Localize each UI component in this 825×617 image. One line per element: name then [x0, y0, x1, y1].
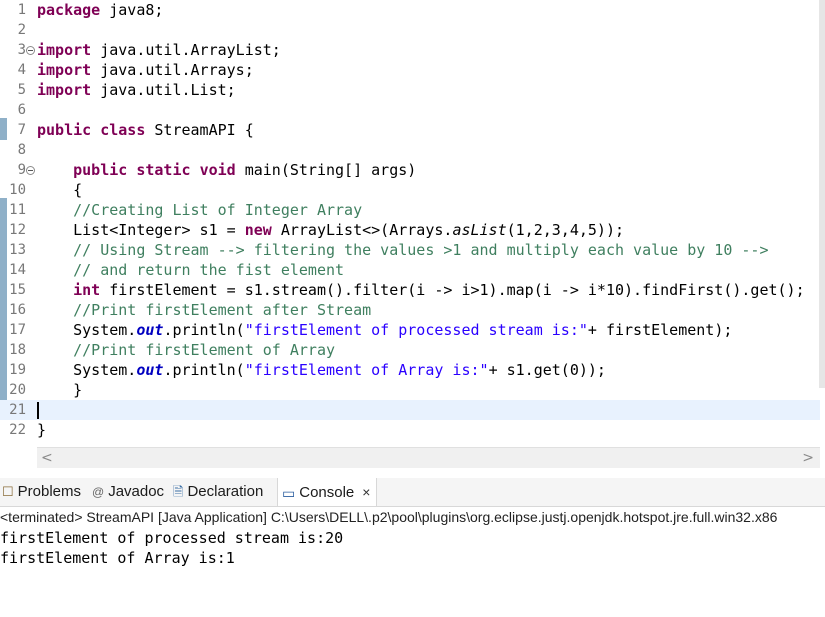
code-text: public static void main(String[] args): [73, 161, 417, 179]
code-text: // Using Stream --> filtering the values…: [73, 241, 769, 259]
code-line[interactable]: 13 // Using Stream --> filtering the val…: [0, 240, 820, 260]
code-text: // and return the fist element: [73, 261, 345, 279]
code-line[interactable]: 10 {: [0, 180, 820, 200]
line-number: 20: [9, 382, 26, 398]
code-text: }: [37, 381, 83, 399]
code-text: import java.util.ArrayList;: [37, 41, 281, 59]
line-number: 22: [9, 422, 26, 438]
code-line[interactable]: 20 }: [0, 380, 820, 400]
line-number: 7: [17, 122, 26, 138]
code-line[interactable]: 14 // and return the fist element: [0, 260, 820, 280]
code-text: {: [37, 181, 83, 199]
code-line[interactable]: 17 System.out.println("firstElement of p…: [0, 320, 820, 340]
console-output-line: firstElement of Array is:1: [0, 549, 235, 567]
code-text: //Print firstElement after Stream: [73, 301, 372, 319]
line-number: 16: [9, 302, 26, 318]
horizontal-scrollbar[interactable]: < >: [37, 447, 820, 468]
code-text: //Print firstElement of Array: [73, 341, 336, 359]
tab-console[interactable]: ▭ Console ×: [277, 478, 378, 506]
bottom-panel-tabs: ☐ Problems @ Javadoc 🗎 Declaration ▭ Console…: [0, 478, 825, 507]
code-text: [37, 400, 39, 420]
console-status-header: <terminated> StreamAPI [Java Application…: [0, 509, 778, 525]
at-icon: @: [92, 485, 105, 500]
line-number: 13: [9, 242, 26, 258]
tab-javadoc[interactable]: @ Javadoc: [92, 478, 164, 506]
code-text: }: [37, 421, 47, 439]
code-line[interactable]: 3 import java.util.ArrayList;: [0, 40, 820, 60]
close-icon[interactable]: ×: [362, 484, 370, 500]
line-number: 9: [17, 162, 26, 178]
line-number: 5: [17, 82, 26, 98]
console-output-line: firstElement of processed stream is:20: [0, 529, 344, 547]
console-icon: ▭: [282, 485, 296, 502]
code-line[interactable]: 15 int firstElement = s1.stream().filter…: [0, 280, 820, 300]
scroll-left-arrow-icon[interactable]: <: [41, 448, 53, 468]
code-text: System.out.println("firstElement of proc…: [37, 321, 733, 339]
line-number: 17: [9, 322, 26, 338]
line-number: 19: [9, 362, 26, 378]
code-text: import java.util.Arrays;: [37, 61, 254, 79]
fold-toggle-icon[interactable]: [26, 166, 35, 175]
code-line[interactable]: 12 List<Integer> s1 = new ArrayList<>(Ar…: [0, 220, 820, 240]
code-text: import java.util.List;: [37, 81, 236, 99]
code-line[interactable]: 8: [0, 140, 820, 160]
code-text: public class StreamAPI {: [37, 121, 254, 139]
problems-icon: ☐: [2, 484, 14, 500]
code-line[interactable]: 4 import java.util.Arrays;: [0, 60, 820, 80]
code-line[interactable]: 18 //Print firstElement of Array: [0, 340, 820, 360]
line-number: 10: [9, 182, 26, 198]
line-number: 14: [9, 262, 26, 278]
code-editor[interactable]: 1 package java8; 2 3 import java.util.ArrayL…: [0, 0, 825, 445]
line-number: 2: [17, 22, 26, 38]
declaration-icon: 🗎: [173, 484, 184, 500]
tab-problems[interactable]: ☐ Problems: [2, 478, 81, 506]
code-line[interactable]: 7 public class StreamAPI {: [0, 120, 820, 140]
scroll-right-arrow-icon[interactable]: >: [802, 448, 814, 468]
line-number: 18: [9, 342, 26, 358]
code-line[interactable]: 2: [0, 20, 820, 40]
line-number: 4: [17, 62, 26, 78]
tab-console-label: Console: [299, 484, 355, 501]
code-line[interactable]: 9 public static void main(String[] args): [0, 160, 820, 180]
line-number: 6: [17, 102, 26, 118]
code-line[interactable]: 19 System.out.println("firstElement of A…: [0, 360, 820, 380]
code-text: //Creating List of Integer Array: [73, 201, 363, 219]
code-line[interactable]: 21: [0, 400, 820, 420]
line-number: 21: [9, 402, 26, 418]
line-number: 11: [9, 202, 26, 218]
line-number: 15: [9, 282, 26, 298]
code-text: package java8;: [37, 1, 164, 19]
code-line[interactable]: 16 //Print firstElement after Stream: [0, 300, 820, 320]
fold-toggle-icon[interactable]: [26, 46, 35, 55]
tab-declaration[interactable]: 🗎 Declaration: [173, 478, 263, 506]
code-text: List<Integer> s1 = new ArrayList<>(Array…: [37, 221, 625, 239]
tab-javadoc-label: Javadoc: [108, 483, 165, 500]
line-number: 3: [17, 42, 26, 58]
code-text: int firstElement = s1.stream().filter(i …: [73, 281, 805, 299]
tab-problems-label: Problems: [17, 483, 82, 500]
code-line[interactable]: 5 import java.util.List;: [0, 80, 820, 100]
line-number: 1: [17, 2, 26, 18]
code-line[interactable]: 6: [0, 100, 820, 120]
code-line[interactable]: 1 package java8;: [0, 0, 820, 20]
code-line[interactable]: 11 //Creating List of Integer Array: [0, 200, 820, 220]
line-number: 8: [17, 142, 26, 158]
line-number: 12: [9, 222, 26, 238]
code-text: System.out.println("firstElement of Arra…: [37, 361, 606, 379]
tab-declaration-label: Declaration: [187, 483, 264, 500]
code-line[interactable]: 22}: [0, 420, 820, 440]
